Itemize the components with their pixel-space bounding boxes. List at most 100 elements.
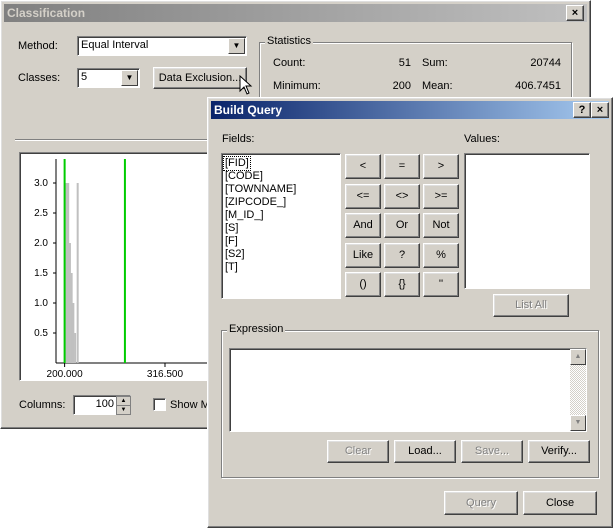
- classification-close-button[interactable]: ×: [566, 5, 584, 21]
- close-label: Close: [545, 497, 575, 509]
- y-tick-label: 0.5: [34, 328, 48, 339]
- histogram-bar: [74, 333, 77, 363]
- data-exclusion-button[interactable]: Data Exclusion...: [153, 67, 247, 89]
- operator-label: <: [359, 160, 367, 172]
- classes-select[interactable]: 5 ▼: [77, 68, 140, 88]
- operator-label: %: [436, 249, 446, 261]
- values-list[interactable]: [464, 153, 590, 289]
- histogram-bar: [65, 183, 68, 363]
- field-item[interactable]: [FID]: [223, 156, 251, 171]
- show-checkbox[interactable]: [153, 398, 166, 411]
- close-icon: ×: [596, 104, 604, 116]
- field-item[interactable]: [TOWNNAME]: [224, 183, 297, 196]
- operator-label: Not: [432, 219, 450, 231]
- classification-title-bar[interactable]: Classification: [4, 4, 587, 22]
- verify-button[interactable]: Verify...: [528, 440, 590, 463]
- classification-title: Classification: [7, 6, 86, 20]
- method-label: Method:: [18, 40, 58, 52]
- operator-button[interactable]: =: [384, 154, 420, 179]
- mouse-cursor-icon: [239, 75, 253, 95]
- sum-value: 20744: [530, 57, 561, 69]
- histogram-bar: [72, 303, 75, 363]
- close-icon: ×: [571, 7, 579, 19]
- field-item[interactable]: [ZIPCODE_]: [224, 196, 287, 209]
- operator-button[interactable]: <=: [345, 184, 381, 209]
- build-query-close-button[interactable]: ×: [591, 102, 609, 118]
- operator-button[interactable]: Or: [384, 213, 420, 238]
- mean-value: 406.7451: [515, 80, 561, 92]
- fields-list[interactable]: [FID] [CODE] [TOWNNAME] [ZIPCODE_] [M_ID_] [S…: [221, 153, 341, 299]
- operator-button[interactable]: Like: [345, 243, 381, 268]
- list-all-label: List All: [515, 299, 547, 311]
- operator-button[interactable]: Not: [423, 213, 459, 238]
- operator-button[interactable]: %: [423, 243, 459, 268]
- load-label: Load...: [408, 445, 442, 457]
- save-button[interactable]: Save...: [461, 440, 523, 463]
- chevron-down-icon[interactable]: ▼: [116, 405, 131, 415]
- close-button[interactable]: Close: [523, 491, 597, 515]
- columns-stepper[interactable]: 100 ▲ ▼: [73, 395, 131, 415]
- field-item[interactable]: [M_ID_]: [224, 209, 265, 222]
- values-label: Values:: [464, 133, 500, 145]
- expression-textarea[interactable]: ▲ ▼: [229, 348, 587, 432]
- build-query-dialog: Build Query ? × Fields: [FID] [CODE] [TOWN…: [207, 97, 613, 528]
- operator-button[interactable]: '': [423, 272, 459, 297]
- operator-button[interactable]: {}: [384, 272, 420, 297]
- operator-label: <=: [356, 190, 370, 202]
- operator-button[interactable]: <: [345, 154, 381, 179]
- help-icon: ?: [578, 104, 586, 116]
- operator-label: (): [359, 278, 367, 290]
- operator-button[interactable]: >: [423, 154, 459, 179]
- field-item[interactable]: [F]: [224, 235, 239, 248]
- histogram-svg: 3.02.52.01.51.00.5200.000316.500433: [34, 159, 220, 380]
- show-label: Show M: [170, 399, 210, 411]
- operator-label: ?: [398, 249, 406, 261]
- operator-label: And: [353, 219, 373, 231]
- fields-label: Fields:: [222, 133, 255, 145]
- query-label: Query: [466, 497, 496, 509]
- operator-button[interactable]: <>: [384, 184, 420, 209]
- clear-label: Clear: [344, 445, 372, 457]
- chevron-down-icon[interactable]: ▼: [121, 70, 138, 86]
- scrollbar[interactable]: ▲ ▼: [570, 349, 586, 431]
- histogram-bar: [76, 183, 79, 363]
- load-button[interactable]: Load...: [394, 440, 456, 463]
- histogram-bar: [67, 183, 70, 363]
- operator-button[interactable]: ?: [384, 243, 420, 268]
- field-item[interactable]: [CODE]: [224, 170, 264, 183]
- count-value: 51: [398, 57, 411, 69]
- operator-label: <>: [395, 190, 409, 202]
- count-label: Count:: [273, 57, 306, 69]
- field-item[interactable]: [T]: [224, 261, 239, 274]
- help-button[interactable]: ?: [573, 102, 591, 118]
- operator-button[interactable]: And: [345, 213, 381, 238]
- field-item[interactable]: [S2]: [224, 248, 246, 261]
- method-value: Equal Interval: [81, 39, 149, 51]
- verify-label: Verify...: [541, 445, 577, 457]
- classes-value: 5: [81, 71, 88, 83]
- classes-label: Classes:: [18, 72, 61, 84]
- method-select[interactable]: Equal Interval ▼: [77, 36, 247, 56]
- histogram-bar: [70, 273, 73, 363]
- operator-button[interactable]: >=: [423, 184, 459, 209]
- y-tick-label: 2.0: [34, 238, 48, 249]
- field-item[interactable]: [S]: [224, 222, 239, 235]
- operator-label: {}: [398, 278, 406, 290]
- x-tick-label: 316.500: [147, 369, 184, 380]
- y-tick-label: 1.0: [34, 298, 48, 309]
- operator-label: >: [437, 160, 445, 172]
- operator-button[interactable]: (): [345, 272, 381, 297]
- query-button[interactable]: Query: [444, 491, 518, 515]
- scroll-down-icon[interactable]: ▼: [570, 415, 586, 431]
- list-all-button[interactable]: List All: [493, 294, 569, 317]
- minimum-value: 200: [392, 80, 411, 92]
- histogram-chart[interactable]: 3.02.52.01.51.00.5200.000316.500433: [19, 152, 221, 381]
- chevron-down-icon[interactable]: ▼: [228, 38, 245, 54]
- mean-label: Mean:: [422, 80, 453, 92]
- operator-label: Like: [352, 249, 374, 261]
- expression-label: Expression: [227, 323, 286, 335]
- histogram-bar: [68, 243, 71, 363]
- clear-button[interactable]: Clear: [327, 440, 389, 463]
- scroll-up-icon[interactable]: ▲: [570, 349, 586, 365]
- build-query-title-bar[interactable]: Build Query: [211, 101, 609, 119]
